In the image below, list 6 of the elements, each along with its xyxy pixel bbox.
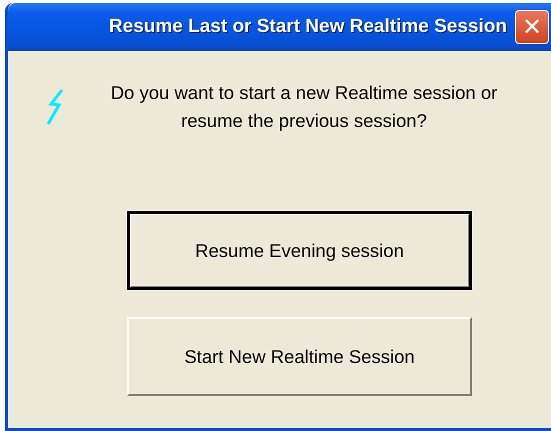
message-text: Do you want to start a new Realtime session or resume the previous session? <box>110 81 498 133</box>
dialog-button[interactable]: Resume Evening session <box>127 211 472 290</box>
window-title: Resume Last or Start New Realtime Session <box>108 16 507 38</box>
lightning-icon <box>46 89 64 125</box>
close-button[interactable]: ✕ <box>515 10 549 44</box>
dialog-button[interactable]: Start New Realtime Session <box>127 317 472 396</box>
